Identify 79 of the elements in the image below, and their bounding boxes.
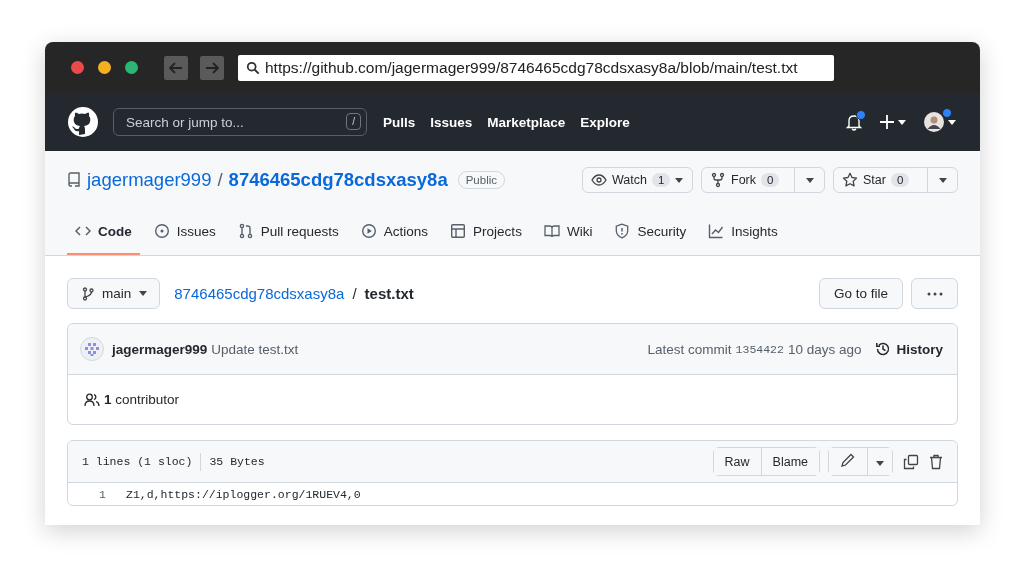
- shortcut-key: /: [346, 113, 361, 130]
- nav-link[interactable]: Pulls: [383, 114, 416, 130]
- nav-link[interactable]: Explore: [580, 114, 630, 130]
- address-bar[interactable]: https://github.com/jagermager999/8746465cdg78cdsxasy8a/blob/main/test.txt: [238, 54, 834, 81]
- star-icon: [842, 172, 858, 188]
- line-count: 1 lines (1 sloc): [82, 455, 193, 468]
- avatar-icon: [80, 337, 104, 361]
- path-separator: /: [217, 169, 223, 191]
- people-icon: [84, 392, 100, 407]
- close-window-button[interactable]: [71, 61, 84, 74]
- repository-tab[interactable]: Insights: [700, 209, 786, 255]
- file-name: test.txt: [364, 285, 414, 302]
- nav-link[interactable]: Marketplace: [487, 114, 566, 130]
- commit-message-link[interactable]: Update test.txt: [211, 341, 299, 357]
- go-to-file-button[interactable]: Go to file: [818, 278, 903, 309]
- book-icon: [543, 223, 560, 239]
- table-icon: [450, 223, 467, 239]
- author-link[interactable]: jagermager999: [112, 341, 208, 357]
- caret-icon: [139, 291, 148, 296]
- count-badge: 1: [651, 173, 671, 187]
- line-number: 1: [98, 487, 107, 501]
- owner-link[interactable]: jagermager999: [87, 169, 212, 191]
- octocat-logo-icon[interactable]: [67, 106, 99, 138]
- commit-hash-link[interactable]: 1354422: [735, 342, 784, 356]
- copy-icon: [903, 453, 919, 470]
- eye-icon: [591, 172, 607, 188]
- repository-icon: [67, 172, 81, 188]
- contributor-count: 1 contributor: [104, 392, 180, 407]
- caret-icon: [675, 177, 684, 183]
- play-icon: [360, 223, 377, 239]
- search-icon: [246, 60, 260, 75]
- repository-tab[interactable]: Security: [606, 209, 695, 255]
- create-new-button[interactable]: [880, 115, 906, 129]
- ellipsis-icon: [926, 291, 943, 296]
- issue-icon: [153, 223, 170, 239]
- code-line: Z1,d,https://iplogger.org/1RUEV4,0: [126, 487, 361, 501]
- back-arrow-icon: [169, 61, 183, 74]
- file-view-button[interactable]: Blame: [760, 448, 819, 475]
- repository-link[interactable]: 8746465cdg78cdsxasy8a: [174, 285, 345, 302]
- url-text: https://github.com/jagermager999/8746465cdg78cdsxasy8a/blob/main/test.txt: [265, 58, 798, 77]
- nav-link[interactable]: Issues: [430, 114, 473, 130]
- bell-icon: [846, 113, 862, 131]
- shield-icon: [614, 223, 631, 239]
- maximize-window-button[interactable]: [125, 61, 138, 74]
- path-separator: /: [352, 285, 357, 302]
- trash-icon: [929, 453, 943, 470]
- caret-icon: [876, 460, 884, 466]
- branch-selector[interactable]: main: [67, 278, 161, 309]
- repository-tab[interactable]: Actions: [352, 209, 437, 255]
- branch-icon: [82, 286, 94, 301]
- avatar-icon: [924, 112, 944, 132]
- fork-icon: [710, 172, 726, 188]
- delete-button[interactable]: [929, 453, 943, 470]
- history-link[interactable]: History: [875, 341, 943, 357]
- caret-icon: [898, 119, 906, 125]
- latest-commit-label: Latest commit: [647, 341, 732, 357]
- forward-arrow-icon: [205, 61, 219, 74]
- repository-tab[interactable]: Pull requests: [229, 209, 347, 255]
- repository-tab[interactable]: Wiki: [535, 209, 601, 255]
- count-badge: 0: [890, 173, 910, 187]
- caret-icon: [938, 177, 947, 183]
- count-badge: 0: [761, 173, 780, 187]
- plus-icon: [880, 115, 894, 129]
- pull-request-icon: [237, 223, 254, 239]
- repository-tab[interactable]: Projects: [442, 209, 530, 255]
- file-size: 35 Bytes: [209, 455, 265, 468]
- pencil-icon: [841, 453, 855, 467]
- dropdown-button[interactable]: [867, 448, 892, 475]
- caret-icon: [805, 177, 814, 183]
- commit-time: 10 days ago: [787, 341, 862, 357]
- repository-tab[interactable]: Issues: [145, 209, 224, 255]
- caret-icon: [948, 119, 956, 125]
- history-icon: [875, 341, 892, 357]
- copy-button[interactable]: [903, 453, 919, 470]
- minimize-window-button[interactable]: [98, 61, 111, 74]
- repository-link[interactable]: 8746465cdg78cdsxasy8a: [228, 169, 448, 191]
- repository-tab[interactable]: Code: [67, 209, 140, 255]
- watch-button[interactable]: Watch 1: [583, 168, 692, 192]
- graph-icon: [708, 223, 725, 239]
